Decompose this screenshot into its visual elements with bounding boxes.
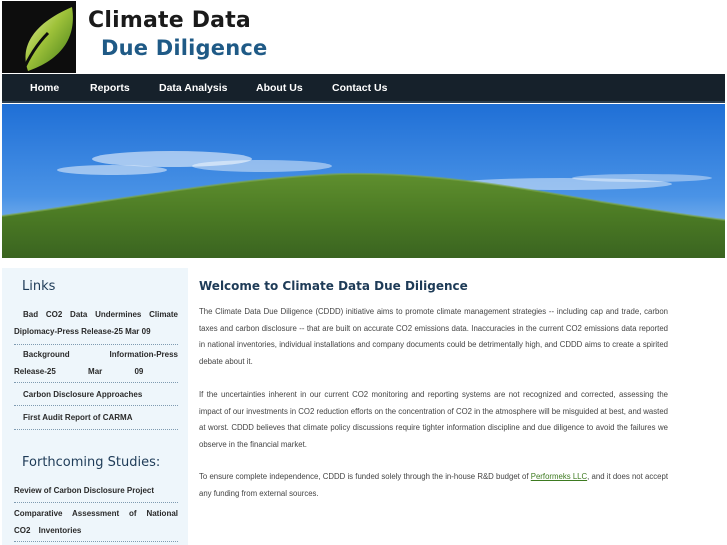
links-heading: Links xyxy=(22,279,56,294)
sidebar-link-carbon-disclosure[interactable]: Carbon Disclosure Approaches xyxy=(14,386,178,403)
divider xyxy=(14,344,178,345)
divider xyxy=(14,382,178,383)
site-title-line2: Due Diligence xyxy=(101,36,268,60)
site-title-line1: Climate Data xyxy=(88,8,251,33)
leaf-icon xyxy=(2,1,76,73)
nav-data-analysis[interactable]: Data Analysis xyxy=(159,74,227,103)
site-header: Climate Data Due Diligence xyxy=(0,0,727,74)
hero-image xyxy=(2,104,725,258)
independence-text-start: To ensure complete independence, CDDD is… xyxy=(199,472,531,481)
logo[interactable] xyxy=(2,1,76,73)
divider xyxy=(14,429,178,430)
divider xyxy=(14,405,178,406)
sidebar: Links Bad CO2 Data Undermines Climate Di… xyxy=(2,268,188,545)
sidebar-link-background-info[interactable]: Background Information-Press Release-25 … xyxy=(14,346,178,380)
divider xyxy=(14,541,178,542)
divider xyxy=(14,502,178,503)
nav-contact-us[interactable]: Contact Us xyxy=(332,74,387,103)
nav-reports[interactable]: Reports xyxy=(90,74,130,103)
independence-paragraph: To ensure complete independence, CDDD is… xyxy=(199,469,668,502)
sidebar-link-first-audit[interactable]: First Audit Report of CARMA xyxy=(14,409,178,426)
main-nav: Home Reports Data Analysis About Us Cont… xyxy=(2,74,725,103)
nav-about-us[interactable]: About Us xyxy=(256,74,303,103)
uncertainty-paragraph: If the uncertainties inherent in our cur… xyxy=(199,390,668,449)
forthcoming-studies-heading: Forthcoming Studies: xyxy=(22,455,161,470)
performeks-link[interactable]: Performeks LLC xyxy=(531,472,587,481)
sidebar-link-bad-co2-data[interactable]: Bad CO2 Data Undermines Climate Diplomac… xyxy=(14,306,178,340)
page-title: Welcome to Climate Data Due Diligence xyxy=(199,279,468,293)
intro-paragraph: The Climate Data Due Diligence (CDDD) in… xyxy=(199,307,668,366)
study-item-co2-inventories[interactable]: Comparative Assessment of National CO2 I… xyxy=(14,505,178,539)
study-item-carbon-disclosure-review[interactable]: Review of Carbon Disclosure Project xyxy=(14,482,178,499)
nav-home[interactable]: Home xyxy=(30,74,59,103)
